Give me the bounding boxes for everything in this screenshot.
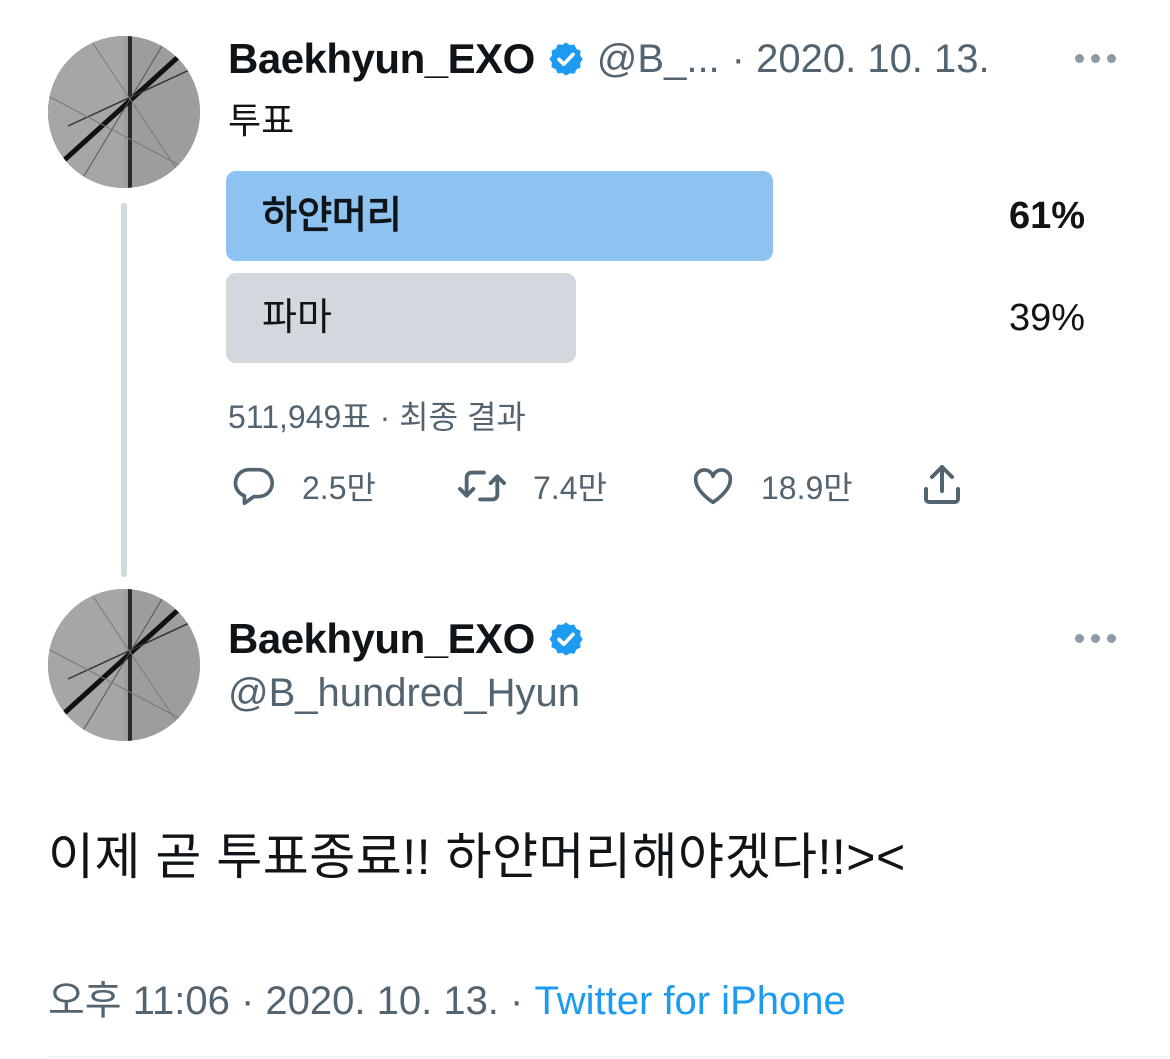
avatar[interactable] bbox=[48, 36, 200, 188]
more-icon[interactable] bbox=[1075, 634, 1116, 643]
tweet-text: 이제 곧 투표종료!! 하얀머리해야겠다!!>< bbox=[48, 829, 906, 885]
like-button[interactable]: 18.9만 bbox=[689, 463, 853, 509]
thread-line bbox=[121, 203, 127, 577]
poll-votes-status: 511,949표 · 최종 결과 bbox=[228, 399, 526, 435]
handle[interactable]: @B_... bbox=[597, 37, 720, 82]
like-count: 18.9만 bbox=[761, 470, 853, 506]
retweet-button[interactable]: 7.4만 bbox=[455, 463, 607, 509]
share-button[interactable] bbox=[918, 461, 966, 514]
more-icon[interactable] bbox=[1075, 54, 1116, 63]
retweet-icon bbox=[458, 470, 506, 502]
reply-count: 2.5만 bbox=[302, 470, 376, 506]
timestamp[interactable]: · 2020. 10. 13. bbox=[732, 37, 990, 82]
tweet-text: 투표 bbox=[228, 100, 295, 141]
reply-icon bbox=[233, 467, 275, 506]
tweet1-header: Baekhyun_EXO @B_... · 2020. 10. 13. bbox=[228, 34, 990, 84]
tweet-meta: 오후 11:06 · 2020. 10. 13. · Twitter for i… bbox=[48, 968, 846, 1026]
display-name[interactable]: Baekhyun_EXO bbox=[228, 615, 535, 663]
avatar-image bbox=[48, 589, 200, 741]
source-link[interactable]: Twitter for iPhone bbox=[534, 979, 845, 1023]
verified-badge-icon bbox=[549, 622, 583, 656]
tweet-time[interactable]: 오후 11:06 · 2020. 10. 13. · bbox=[48, 979, 534, 1023]
poll-option-label: 하얀머리 bbox=[262, 195, 402, 237]
reply-button[interactable]: 2.5만 bbox=[230, 463, 376, 509]
tweet2-header: Baekhyun_EXO bbox=[228, 614, 585, 664]
display-name[interactable]: Baekhyun_EXO bbox=[228, 35, 535, 83]
avatar-image bbox=[48, 36, 200, 188]
poll-option-label: 파마 bbox=[262, 297, 332, 339]
like-icon bbox=[693, 468, 733, 505]
retweet-count: 7.4만 bbox=[533, 470, 607, 506]
divider bbox=[48, 1056, 1170, 1058]
share-icon bbox=[924, 465, 960, 504]
handle[interactable]: @B_hundred_Hyun bbox=[228, 671, 580, 716]
verified-badge-icon bbox=[549, 42, 583, 76]
avatar[interactable] bbox=[48, 589, 200, 741]
poll-option-percent: 39% bbox=[1008, 297, 1085, 339]
poll-option-percent: 61% bbox=[1008, 195, 1085, 237]
